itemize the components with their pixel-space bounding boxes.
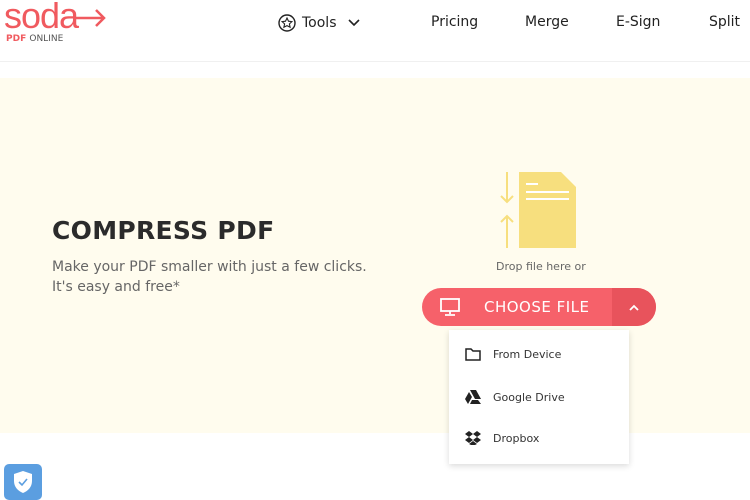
menu-label: Google Drive <box>493 390 565 404</box>
menu-item-google-drive[interactable]: Google Drive <box>465 390 565 404</box>
nav-merge[interactable]: Merge <box>525 14 569 30</box>
security-badge[interactable] <box>4 464 42 500</box>
drop-text: Drop file here or <box>496 260 586 273</box>
monitor-icon <box>440 298 460 316</box>
nav-pricing[interactable]: Pricing <box>431 14 478 30</box>
chevron-up-button[interactable] <box>612 288 656 326</box>
nav-split[interactable]: Split <box>709 14 740 30</box>
logo[interactable]: soda PDF ONLINE <box>4 0 106 44</box>
star-icon <box>278 14 296 32</box>
desc-line-2: It's easy and free* <box>52 279 180 295</box>
page-title: COMPRESS PDF <box>52 216 275 245</box>
folder-icon <box>465 348 481 361</box>
upload-source-menu: From Device Google Drive Dropbox <box>449 330 629 464</box>
chevron-down-icon <box>347 19 360 27</box>
menu-label: From Device <box>493 348 562 361</box>
nav-esign[interactable]: E-Sign <box>616 14 660 30</box>
logo-sub-online: ONLINE <box>29 34 64 44</box>
google-drive-icon <box>465 390 481 404</box>
header: soda PDF ONLINE Tools Pricing Merge E-Si… <box>0 0 750 62</box>
desc-line-1: Make your PDF smaller with just a few cl… <box>52 259 367 275</box>
shield-check-icon <box>14 471 32 493</box>
choose-file-button[interactable]: CHOOSE FILE <box>422 288 656 326</box>
hero-description: Make your PDF smaller with just a few cl… <box>52 257 367 297</box>
menu-item-dropbox[interactable]: Dropbox <box>465 431 539 445</box>
menu-label: Dropbox <box>493 431 540 445</box>
nav-tools[interactable]: Tools <box>278 14 361 32</box>
compress-document-icon <box>500 172 576 248</box>
nav-tools-label: Tools <box>302 15 337 31</box>
chevron-up-icon <box>629 304 639 311</box>
choose-file-label: CHOOSE FILE <box>484 298 590 316</box>
arrow-icon <box>76 9 106 27</box>
dropbox-icon <box>465 431 481 445</box>
logo-sub-pdf: PDF <box>6 34 27 44</box>
hero-banner <box>0 78 750 433</box>
logo-text: soda <box>4 0 79 36</box>
menu-item-from-device[interactable]: From Device <box>465 348 561 361</box>
